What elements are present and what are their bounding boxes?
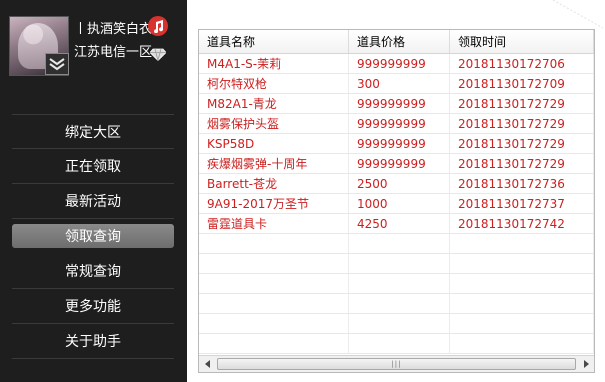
table-row[interactable]: M4A1-S-茉莉 999999999 20181130172706 xyxy=(199,54,594,74)
scroll-right-icon[interactable] xyxy=(577,356,594,372)
scrollbar-thumb[interactable]: ||| xyxy=(217,358,576,370)
cell-claim-time: 20181130172709 xyxy=(450,74,594,93)
table-row-empty xyxy=(199,274,594,294)
cell-item-name: 柯尔特双枪 xyxy=(199,74,349,93)
main-content: 道具名称 道具价格 领取时间 M4A1-S-茉莉 999999999 20181… xyxy=(187,0,605,382)
sidebar: 丨执酒笑白衣 江苏电信一区 绑定大区 正在领取 最新活动 领取查询 常规查询 更… xyxy=(0,0,187,382)
cell-item-name: 雷霆道具卡 xyxy=(199,214,349,233)
cell-claim-time: 20181130172736 xyxy=(450,174,594,193)
cell-price: 999999999 xyxy=(349,94,450,113)
corner-decoration xyxy=(552,0,604,29)
sidebar-menu: 绑定大区 正在领取 最新活动 领取查询 常规查询 更多功能 关于助手 xyxy=(12,114,174,359)
cell-claim-time: 20181130172729 xyxy=(450,134,594,153)
cell-price: 4250 xyxy=(349,214,450,233)
table-row[interactable]: 9A91-2017万圣节 1000 20181130172737 xyxy=(199,194,594,214)
cell-price: 1000 xyxy=(349,194,450,213)
menu-item-regular-query[interactable]: 常规查询 xyxy=(12,254,174,289)
cell-price: 300 xyxy=(349,74,450,93)
menu-item-latest-events[interactable]: 最新活动 xyxy=(12,184,174,219)
table-row-empty xyxy=(199,294,594,314)
cell-price: 999999999 xyxy=(349,54,450,73)
table-row[interactable]: Barrett-苍龙 2500 20181130172736 xyxy=(199,174,594,194)
table-row-empty xyxy=(199,334,594,354)
cell-claim-time: 20181130172742 xyxy=(450,214,594,233)
column-header-price[interactable]: 道具价格 xyxy=(349,30,450,53)
server-name: 江苏电信一区 xyxy=(74,45,153,60)
cell-item-name: M82A1-青龙 xyxy=(199,94,349,113)
table-row[interactable]: 烟雾保护头盔 999999999 20181130172729 xyxy=(199,114,594,134)
table-header: 道具名称 道具价格 领取时间 xyxy=(199,30,594,54)
cell-item-name: M4A1-S-茉莉 xyxy=(199,54,349,73)
table-row-empty xyxy=(199,314,594,334)
table-row[interactable]: 雷霆道具卡 4250 20181130172742 xyxy=(199,214,594,234)
menu-item-more-features[interactable]: 更多功能 xyxy=(12,289,174,324)
vip-chevron-icon xyxy=(45,53,69,75)
claim-records-table: 道具名称 道具价格 领取时间 M4A1-S-茉莉 999999999 20181… xyxy=(198,29,595,373)
scroll-left-icon[interactable] xyxy=(199,356,216,372)
table-row[interactable]: KSP58D 999999999 20181130172729 xyxy=(199,134,594,154)
column-header-item-name[interactable]: 道具名称 xyxy=(199,30,349,53)
cell-item-name: 9A91-2017万圣节 xyxy=(199,194,349,213)
cell-claim-time: 20181130172729 xyxy=(450,94,594,113)
column-header-claim-time[interactable]: 领取时间 xyxy=(450,30,594,53)
cell-item-name: KSP58D xyxy=(199,134,349,153)
cell-item-name: 烟雾保护头盔 xyxy=(199,114,349,133)
menu-item-claim-query[interactable]: 领取查询 xyxy=(12,224,174,248)
cell-item-name: 疾爆烟雾弹-十周年 xyxy=(199,154,349,173)
profile-panel: 丨执酒笑白衣 江苏电信一区 xyxy=(0,0,187,110)
menu-item-about[interactable]: 关于助手 xyxy=(12,324,174,359)
table-row-empty xyxy=(199,234,594,254)
table-row[interactable]: M82A1-青龙 999999999 20181130172729 xyxy=(199,94,594,114)
cell-price: 999999999 xyxy=(349,154,450,173)
cell-claim-time: 20181130172706 xyxy=(450,54,594,73)
table-row[interactable]: 柯尔特双枪 300 20181130172709 xyxy=(199,74,594,94)
cell-claim-time: 20181130172729 xyxy=(450,114,594,133)
nickname: 丨执酒笑白衣 xyxy=(74,22,153,37)
cell-claim-time: 20181130172737 xyxy=(450,194,594,213)
horizontal-scrollbar[interactable]: ||| xyxy=(199,355,594,372)
music-note-icon[interactable] xyxy=(148,16,168,36)
table-row[interactable]: 疾爆烟雾弹-十周年 999999999 20181130172729 xyxy=(199,154,594,174)
cell-price: 999999999 xyxy=(349,114,450,133)
cell-claim-time: 20181130172729 xyxy=(450,154,594,173)
cell-price: 2500 xyxy=(349,174,450,193)
menu-item-claiming[interactable]: 正在领取 xyxy=(12,149,174,184)
cell-price: 999999999 xyxy=(349,134,450,153)
cell-item-name: Barrett-苍龙 xyxy=(199,174,349,193)
table-row-empty xyxy=(199,254,594,274)
menu-item-bind-region[interactable]: 绑定大区 xyxy=(12,114,174,149)
table-body: M4A1-S-茉莉 999999999 20181130172706 柯尔特双枪… xyxy=(199,54,594,354)
diamond-icon xyxy=(149,46,167,65)
